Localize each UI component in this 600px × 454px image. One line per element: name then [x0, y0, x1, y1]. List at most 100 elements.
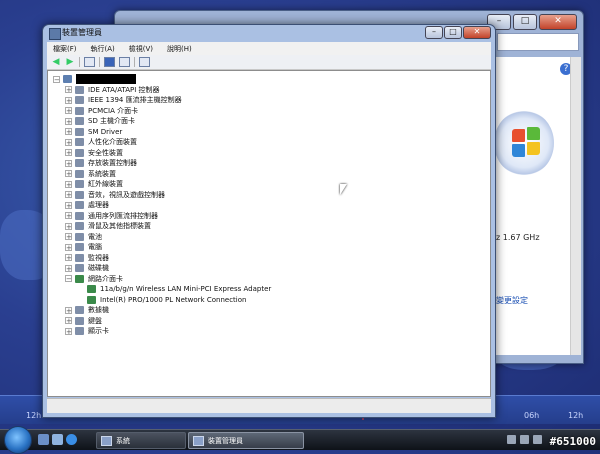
menu-action[interactable]: 執行(A) [91, 44, 115, 54]
menu-help[interactable]: 說明(H) [167, 44, 192, 54]
internet-explorer-icon[interactable] [66, 434, 77, 445]
category-label: 人性化介面裝置 [88, 138, 137, 147]
expand-icon[interactable]: + [65, 317, 72, 325]
expand-icon[interactable]: + [65, 327, 72, 335]
collapse-icon[interactable]: − [53, 75, 60, 83]
change-settings-link[interactable]: 變更設定 [496, 295, 528, 306]
network-card-icon [87, 285, 96, 294]
device-category-icon [75, 264, 84, 273]
tree-category[interactable]: + 滑鼠及其他指標裝置 [65, 221, 271, 232]
timeline-label: 12h [26, 411, 42, 420]
category-label: 紅外線裝置 [88, 180, 123, 189]
tree-category[interactable]: + 紅外線裝置 [65, 179, 271, 190]
window-switcher-icon[interactable] [52, 434, 63, 445]
show-desktop-icon[interactable] [38, 434, 49, 445]
expand-icon[interactable]: + [65, 138, 72, 146]
tree-category[interactable]: + SD 主機介面卡 [65, 116, 271, 127]
device-manager-titlebar[interactable]: 裝置管理員 – □ ✕ [43, 25, 495, 41]
expand-icon[interactable]: + [65, 191, 72, 199]
tree-category[interactable]: + 數據機 [65, 305, 271, 316]
status-bar [47, 398, 491, 413]
system-window-scrollbar[interactable] [570, 57, 581, 355]
tree-device-wireless[interactable]: 11a/b/g/n Wireless LAN Mini-PCI Express … [87, 284, 271, 295]
tree-category[interactable]: + 安全性裝置 [65, 148, 271, 159]
expand-icon[interactable]: + [65, 233, 72, 241]
expand-icon[interactable]: + [65, 264, 72, 272]
tree-category[interactable]: + 系統裝置 [65, 169, 271, 180]
tree-category[interactable]: + 磁碟機 [65, 263, 271, 274]
tree-category-network[interactable]: − 網路介面卡 [65, 274, 271, 285]
timeline-label: 06h [524, 411, 540, 420]
device-manager-window[interactable]: 裝置管理員 – □ ✕ 檔案(F) 執行(A) 檢視(V) 說明(H) ◀ ▶ … [42, 24, 496, 418]
properties-icon[interactable] [119, 57, 130, 67]
system-search-input[interactable] [497, 33, 579, 51]
tree-root[interactable]: − [53, 74, 271, 85]
tray-icon[interactable] [520, 435, 529, 444]
task-label: 系統 [116, 436, 130, 445]
device-category-icon [75, 148, 84, 157]
expand-icon[interactable]: + [65, 243, 72, 251]
console-tree-icon[interactable] [84, 57, 95, 67]
watermark: #651000 [549, 435, 596, 448]
category-label: IDE ATA/ATAPI 控制器 [88, 85, 160, 94]
tree-category[interactable]: + IEEE 1394 匯流排主機控制器 [65, 95, 271, 106]
help-book-icon[interactable] [104, 57, 115, 67]
tray-icon[interactable] [533, 435, 542, 444]
tree-category[interactable]: + 電腦 [65, 242, 271, 253]
category-label: 電池 [88, 232, 102, 241]
tree-category[interactable]: + IDE ATA/ATAPI 控制器 [65, 85, 271, 96]
expand-icon[interactable]: + [65, 254, 72, 262]
tree-category[interactable]: + SM Driver [65, 127, 271, 138]
category-label: 監視器 [88, 253, 109, 262]
menu-file[interactable]: 檔案(F) [53, 44, 77, 54]
expand-icon[interactable]: + [65, 159, 72, 167]
close-button[interactable]: ✕ [539, 14, 577, 30]
expand-icon[interactable]: + [65, 128, 72, 136]
maximize-button[interactable]: □ [444, 26, 462, 39]
category-label: 磁碟機 [88, 264, 109, 273]
minimize-button[interactable]: – [425, 26, 443, 39]
category-label: SD 主機介面卡 [88, 117, 136, 126]
close-button[interactable]: ✕ [463, 26, 491, 39]
expand-icon[interactable]: + [65, 86, 72, 94]
back-arrow-icon[interactable]: ◀ [51, 57, 61, 67]
tree-category[interactable]: + 監視器 [65, 253, 271, 264]
forward-arrow-icon[interactable]: ▶ [65, 57, 75, 67]
expand-icon[interactable]: + [65, 212, 72, 220]
menu-view[interactable]: 檢視(V) [129, 44, 153, 54]
category-label: 系統裝置 [88, 169, 116, 178]
windows-flag-blue [512, 144, 525, 157]
tree-category[interactable]: + 處理器 [65, 200, 271, 211]
expand-icon[interactable]: + [65, 170, 72, 178]
tree-device-ethernet[interactable]: Intel(R) PRO/1000 PL Network Connection [87, 295, 271, 306]
expand-icon[interactable]: + [65, 107, 72, 115]
expand-icon[interactable]: + [65, 117, 72, 125]
expand-icon[interactable]: + [65, 222, 72, 230]
category-label: 通用序列匯流排控制器 [88, 211, 158, 220]
tray-icon[interactable] [507, 435, 516, 444]
maximize-button[interactable]: □ [513, 14, 537, 30]
collapse-icon[interactable]: − [65, 275, 72, 283]
expand-icon[interactable]: + [65, 306, 72, 314]
expand-icon[interactable]: + [65, 149, 72, 157]
tree-category[interactable]: + PCMCIA 介面卡 [65, 106, 271, 117]
tree-category[interactable]: + 音效，視訊及遊戲控制器 [65, 190, 271, 201]
device-manager-icon [49, 28, 61, 40]
scan-hardware-icon[interactable] [139, 57, 150, 67]
tree-category[interactable]: + 顯示卡 [65, 326, 271, 337]
expand-icon[interactable]: + [65, 201, 72, 209]
taskbar-button-device-manager[interactable]: 裝置管理員 [188, 432, 304, 449]
device-manager-icon [193, 435, 204, 446]
tree-category[interactable]: + 人性化介面裝置 [65, 137, 271, 148]
tree-category[interactable]: + 電池 [65, 232, 271, 243]
expand-icon[interactable]: + [65, 96, 72, 104]
taskbar-button-system[interactable]: 系統 [96, 432, 186, 449]
computer-name-redacted [76, 74, 136, 85]
toolbar-separator [99, 57, 100, 67]
expand-icon[interactable]: + [65, 180, 72, 188]
category-label: 數據機 [88, 306, 109, 315]
device-category-icon [75, 222, 84, 231]
tree-category[interactable]: + 通用序列匯流排控制器 [65, 211, 271, 222]
tree-category[interactable]: + 鍵盤 [65, 316, 271, 327]
tree-category[interactable]: + 存放裝置控制器 [65, 158, 271, 169]
